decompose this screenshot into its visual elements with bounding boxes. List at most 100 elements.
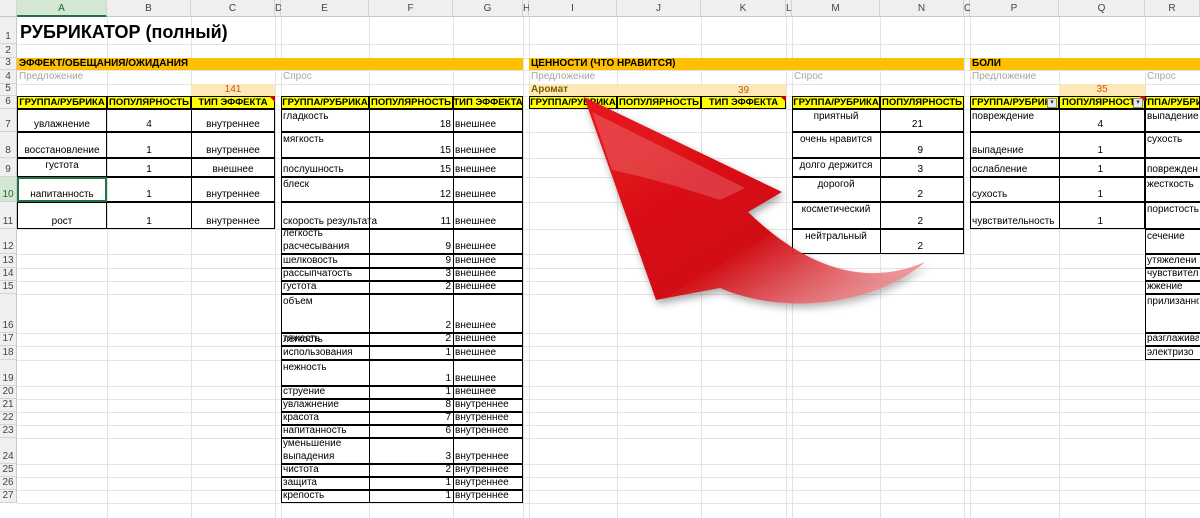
demand-effect-group-line2[interactable]: использования — [283, 347, 353, 358]
demand-effect-pop[interactable]: 11 — [369, 216, 451, 227]
offer-effect-pop[interactable]: 1 — [107, 145, 191, 156]
offer-effect-pop[interactable]: 1 — [107, 164, 191, 175]
offer-effect-type[interactable]: внутреннее — [191, 119, 275, 130]
demand-pain-group[interactable]: электризо — [1147, 347, 1199, 358]
demand-effect-group[interactable]: легкость — [283, 228, 323, 239]
pain-group[interactable]: выпадение — [972, 145, 1024, 156]
value-pop[interactable]: 21 — [880, 119, 923, 130]
demand-effect-group[interactable]: увлажнение — [283, 399, 339, 410]
value-pop[interactable]: 3 — [880, 164, 923, 175]
row-header-16[interactable]: 16 — [0, 294, 17, 333]
column-header-B[interactable]: B — [107, 0, 191, 17]
demand-effect-group[interactable]: густота — [283, 281, 316, 292]
row-header-3[interactable]: 3 — [0, 57, 17, 70]
pain-group[interactable]: ослабление — [972, 164, 1027, 175]
demand-effect-type[interactable]: внутреннее — [455, 425, 509, 436]
row-header-22[interactable]: 22 — [0, 412, 17, 425]
demand-effect-pop[interactable]: 18 — [369, 119, 451, 130]
row-header-20[interactable]: 20 — [0, 386, 17, 399]
row-header-27[interactable]: 27 — [0, 490, 17, 503]
offer-effect-type[interactable]: внутреннее — [191, 189, 275, 200]
pain-group[interactable]: сухость — [972, 189, 1007, 200]
demand-effect-pop[interactable]: 15 — [369, 164, 451, 175]
row-header-26[interactable]: 26 — [0, 477, 17, 490]
demand-effect-group[interactable]: крепость — [283, 490, 324, 501]
demand-effect-pop[interactable]: 15 — [369, 145, 451, 156]
demand-effect-type[interactable]: внешнее — [455, 333, 496, 344]
filter-dropdown-icon[interactable]: ▾ — [1047, 98, 1057, 108]
demand-pain-group[interactable]: жжение — [1147, 281, 1199, 292]
header-group[interactable]: ГРУППА/РУБРИКА — [529, 96, 617, 109]
row-header-1[interactable]: 1 — [0, 17, 17, 44]
select-all-corner[interactable] — [0, 0, 17, 17]
header-group[interactable]: ГРУППА/РУБРИКА — [1145, 96, 1200, 109]
header-group[interactable]: ГРУППА/РУБРИКА — [17, 96, 107, 109]
row-header-12[interactable]: 12 — [0, 229, 17, 254]
demand-pain-group[interactable]: выпадение — [1147, 111, 1199, 122]
header-group[interactable]: ГРУППА/РУБРИКА — [281, 96, 369, 109]
demand-effect-group[interactable]: гладкость — [283, 111, 329, 122]
demand-effect-type[interactable]: внутреннее — [455, 477, 509, 488]
header-effect_type[interactable]: ТИП ЭФФЕКТА — [191, 96, 275, 109]
value-group[interactable]: нейтральный — [792, 231, 880, 242]
demand-effect-type[interactable]: внутреннее — [455, 399, 509, 410]
row-header-21[interactable]: 21 — [0, 399, 17, 412]
demand-effect-pop[interactable]: 12 — [369, 189, 451, 200]
demand-effect-type[interactable]: внутреннее — [455, 490, 509, 501]
demand-pain-group[interactable]: жесткость — [1147, 179, 1199, 190]
demand-effect-pop[interactable]: 3 — [369, 268, 451, 279]
value-pop[interactable]: 2 — [880, 216, 923, 227]
header-popularity[interactable]: ПОПУЛЯРНОСТЬ — [880, 96, 964, 109]
selected-cell[interactable] — [17, 177, 107, 202]
demand-effect-group[interactable]: скорость результата — [283, 216, 377, 227]
value-group[interactable]: косметический — [792, 204, 880, 215]
demand-pain-group[interactable]: поврежден — [1147, 164, 1199, 175]
column-header-J[interactable]: J — [617, 0, 701, 17]
total-pains[interactable]: 35 — [1059, 84, 1145, 96]
row-header-19[interactable]: 19 — [0, 360, 17, 386]
demand-effect-type[interactable]: внешнее — [455, 145, 496, 156]
offer-effect-type[interactable]: внутреннее — [191, 216, 275, 227]
column-header-N[interactable]: N — [880, 0, 964, 17]
offer-effect-pop[interactable]: 4 — [107, 119, 191, 130]
pain-pop[interactable]: 1 — [1059, 189, 1103, 200]
demand-effect-pop[interactable]: 2 — [369, 281, 451, 292]
demand-effect-type[interactable]: внешнее — [455, 268, 496, 279]
demand-pain-group[interactable]: разглажива — [1147, 333, 1199, 344]
offer-effect-pop[interactable]: 1 — [107, 216, 191, 227]
header-popularity[interactable]: ПОПУЛЯРНОСТЬ — [617, 96, 701, 109]
demand-effect-pop[interactable]: 2 — [369, 333, 451, 344]
demand-effect-group[interactable]: мягкость — [283, 134, 324, 145]
demand-effect-group[interactable]: рассыпчатость — [283, 268, 352, 279]
value-pop[interactable]: 9 — [880, 145, 923, 156]
column-header-A[interactable]: A — [17, 0, 107, 17]
section-pains[interactable]: БОЛИ — [970, 58, 1200, 70]
demand-effect-type[interactable]: внешнее — [455, 241, 496, 252]
demand-effect-pop[interactable]: 9 — [369, 241, 451, 252]
demand-effect-group[interactable]: красота — [283, 412, 319, 423]
demand-effect-group[interactable]: струение — [283, 386, 325, 397]
demand-effect-type[interactable]: внешнее — [455, 255, 496, 266]
demand-effect-group[interactable]: чистота — [283, 464, 319, 475]
header-effect_type[interactable]: ТИП ЭФФЕКТА — [701, 96, 786, 109]
demand-effect-group[interactable]: блеск — [283, 179, 309, 190]
demand-effect-type[interactable]: внешнее — [455, 164, 496, 175]
demand-effect-type[interactable]: внешнее — [455, 373, 496, 384]
pain-pop[interactable]: 1 — [1059, 216, 1103, 227]
row-header-4[interactable]: 4 — [0, 70, 17, 84]
offer-effect-group[interactable]: рост — [17, 216, 107, 227]
demand-pain-group[interactable]: утяжелени — [1147, 255, 1199, 266]
row-header-13[interactable]: 13 — [0, 254, 17, 268]
demand-effect-pop[interactable]: 2 — [369, 320, 451, 331]
pain-pop[interactable]: 1 — [1059, 164, 1103, 175]
demand-effect-group[interactable]: послушность — [283, 164, 344, 175]
demand-effect-pop[interactable]: 1 — [369, 490, 451, 501]
demand-effect-type[interactable]: внешнее — [455, 320, 496, 331]
offer-effect-type[interactable]: внешнее — [191, 164, 275, 175]
demand-effect-pop[interactable]: 8 — [369, 399, 451, 410]
demand-effect-pop[interactable]: 9 — [369, 255, 451, 266]
demand-effect-pop[interactable]: 1 — [369, 477, 451, 488]
offer-effect-group[interactable]: увлажнение — [17, 119, 107, 130]
demand-effect-type[interactable]: внешнее — [455, 216, 496, 227]
pain-pop[interactable]: 1 — [1059, 145, 1103, 156]
